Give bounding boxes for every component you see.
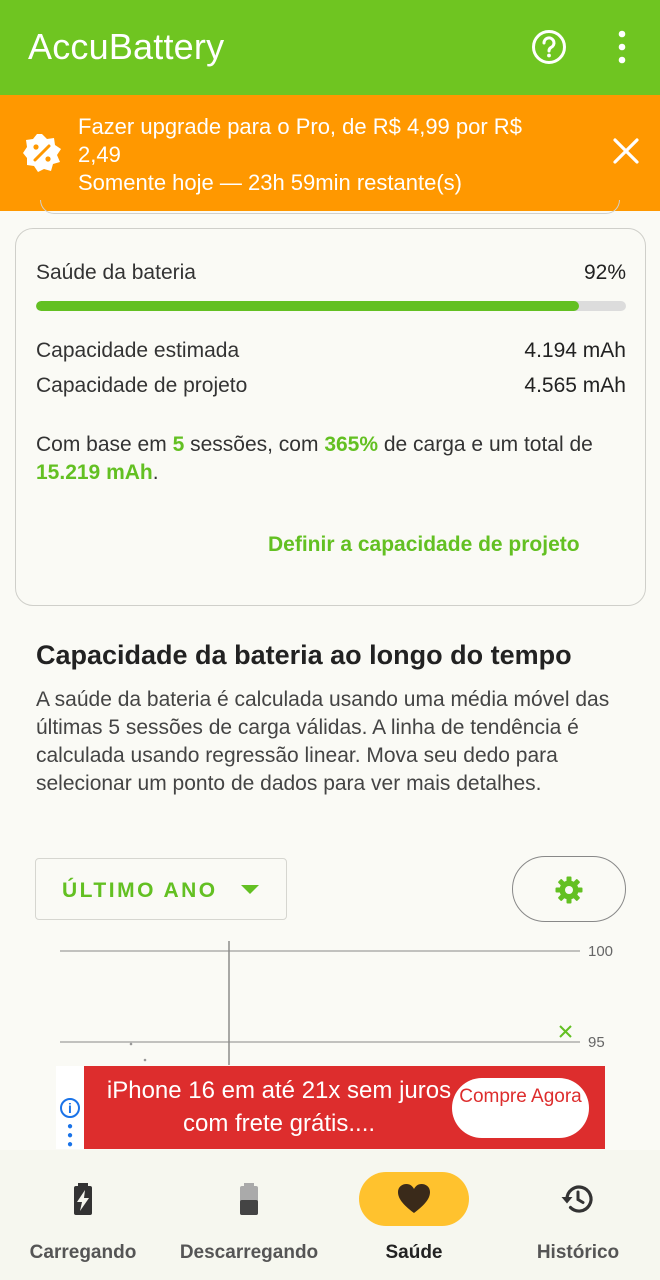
ad-options-icon: ● ● ● [67, 1121, 74, 1150]
define-design-capacity-link[interactable]: Definir a capacidade de projeto [268, 533, 580, 557]
basis-mid2: de carga e um total de [378, 433, 593, 456]
app-bar: AccuBattery [0, 0, 660, 95]
basis-text: Com base em 5 sessões, com 365% de carga… [36, 431, 626, 487]
health-progress-bar [36, 301, 626, 311]
battery-health-card: Saúde da bateria 92% Capacidade estimada… [15, 228, 646, 606]
time-range-label: ÚLTIMO ANO [62, 879, 218, 902]
ad-text: iPhone 16 em até 21x sem juros com frete… [106, 1077, 452, 1137]
bottom-navigation: Carregando Descarregando Saúde Histórico [0, 1150, 660, 1280]
nav-label: Descarregando [179, 1242, 319, 1263]
app-title: AccuBattery [28, 26, 225, 67]
more-vert-icon[interactable] [612, 29, 632, 65]
y-tick-label-100: 100 [588, 943, 613, 960]
ad-cta-button[interactable]: Compre Agora [452, 1078, 589, 1138]
help-icon[interactable] [531, 29, 567, 65]
upgrade-promo-banner[interactable]: Fazer upgrade para o Pro, de R$ 4,99 por… [0, 95, 660, 211]
nav-label: Saúde [385, 1242, 443, 1263]
health-row: Saúde da bateria 92% [36, 261, 626, 285]
design-capacity-value: 4.565 mAh [524, 374, 626, 397]
capacity-chart-svg[interactable]: 100 95 [0, 935, 660, 1065]
capacity-chart[interactable]: 100 95 [0, 935, 660, 1065]
trend-marker-icon [559, 1025, 572, 1038]
section-description: A saúde da bateria é calculada usando um… [36, 688, 610, 795]
battery-charging-icon [74, 1183, 92, 1215]
promo-offer: Fazer upgrade para o Pro, de R$ 4,99 por… [78, 114, 522, 167]
ad-info[interactable]: i ● ● ● [56, 1066, 84, 1150]
basis-suffix: . [152, 461, 159, 484]
design-capacity-row: Capacidade de projeto 4.565 mAh [36, 374, 626, 398]
close-icon[interactable] [610, 135, 642, 167]
nav-item-historico[interactable]: Histórico [496, 1150, 660, 1280]
y-tick-label-95: 95 [588, 1034, 605, 1051]
ad-info-icon: i [60, 1098, 80, 1118]
estimated-capacity-value: 4.194 mAh [524, 339, 626, 362]
nav-label: Carregando [29, 1242, 137, 1263]
promo-countdown: Somente hoje — 23h 59min restante(s) [78, 170, 462, 195]
estimated-capacity-label: Capacidade estimada [36, 339, 240, 362]
design-capacity-label: Capacidade de projeto [36, 374, 248, 397]
nav-item-descarregando[interactable]: Descarregando [166, 1150, 332, 1280]
basis-total: 15.219 mAh [36, 461, 153, 484]
estimated-capacity-row: Capacidade estimada 4.194 mAh [36, 339, 626, 363]
health-progress-fill [36, 301, 579, 311]
nav-label: Histórico [536, 1242, 620, 1263]
data-point [129, 1042, 133, 1046]
data-point [143, 1058, 147, 1062]
heart-icon [398, 1184, 430, 1213]
health-value: 92% [583, 261, 626, 284]
previous-card-edge [40, 200, 620, 214]
promo-text: Fazer upgrade para o Pro, de R$ 4,99 por… [78, 113, 548, 197]
chevron-down-icon [241, 885, 259, 894]
gear-icon [555, 876, 583, 904]
health-label: Saúde da bateria [36, 261, 196, 284]
nav-item-carregando[interactable]: Carregando [0, 1150, 166, 1280]
time-range-dropdown[interactable]: ÚLTIMO ANO [35, 858, 287, 920]
nav-item-saude[interactable]: Saúde [332, 1150, 496, 1280]
ad-banner[interactable]: i ● ● ● iPhone 16 em até 21x sem juros com… [56, 1066, 605, 1150]
basis-sessions: 5 [172, 433, 185, 456]
basis-mid1: sessões, com [184, 433, 325, 456]
discount-badge-icon [23, 134, 61, 172]
battery-icon [240, 1183, 258, 1215]
section-title: Capacidade da bateria ao longo do tempo [36, 640, 572, 670]
history-icon [561, 1185, 593, 1213]
basis-prefix: Com base em [36, 433, 173, 456]
chart-settings-button[interactable] [512, 856, 626, 922]
basis-percent: 365% [324, 433, 379, 456]
